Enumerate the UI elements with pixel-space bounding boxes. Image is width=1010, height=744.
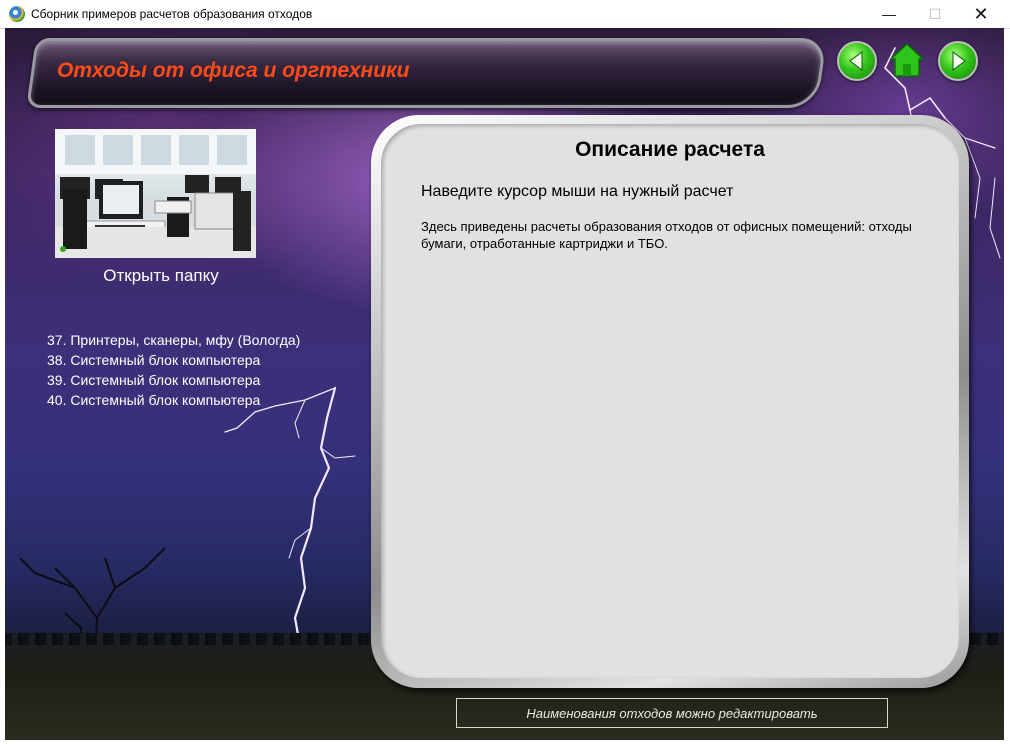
arrow-left-icon	[849, 51, 863, 71]
description-title: Описание расчета	[575, 138, 765, 161]
app-canvas: Отходы от офиса и оргтехники Открыть пап…	[5, 28, 1004, 740]
maximize-button[interactable]: ☐	[912, 0, 958, 28]
open-folder-link[interactable]: Открыть папку	[55, 266, 267, 286]
list-item[interactable]: 39. Системный блок компьютера	[47, 370, 300, 390]
description-hint: Наведите курсор мыши на нужный расчет	[421, 183, 734, 200]
back-button[interactable]	[837, 41, 877, 81]
edit-note-label: Наименования отходов можно редактировать	[456, 698, 888, 728]
close-button[interactable]: ✕	[958, 0, 1004, 28]
window-title: Сборник примеров расчетов образования от…	[31, 7, 313, 21]
arrow-right-icon	[952, 51, 966, 71]
window-titlebar: Сборник примеров расчетов образования от…	[0, 0, 1010, 29]
office-computers-illustration	[55, 129, 256, 258]
list-item[interactable]: 37. Принтеры, сканеры, мфу (Вологда)	[47, 330, 300, 350]
home-icon	[889, 42, 925, 77]
description-text: Здесь приведены расчеты образования отхо…	[421, 219, 912, 251]
forward-button[interactable]	[938, 41, 978, 81]
list-item[interactable]: 40. Системный блок компьютера	[47, 390, 300, 410]
app-icon	[9, 6, 25, 22]
office-computers-image[interactable]	[55, 129, 256, 258]
home-button[interactable]	[889, 41, 925, 79]
page-title: Отходы от офиса и оргтехники	[57, 59, 410, 82]
description-panel: Описание расчета Наведите курсор мыши на…	[371, 115, 969, 688]
calculation-list: 37. Принтеры, сканеры, мфу (Вологда) 38.…	[47, 330, 300, 410]
description-content: Описание расчета Наведите курсор мыши на…	[381, 124, 959, 678]
list-item[interactable]: 38. Системный блок компьютера	[47, 350, 300, 370]
minimize-button[interactable]: —	[866, 0, 912, 28]
